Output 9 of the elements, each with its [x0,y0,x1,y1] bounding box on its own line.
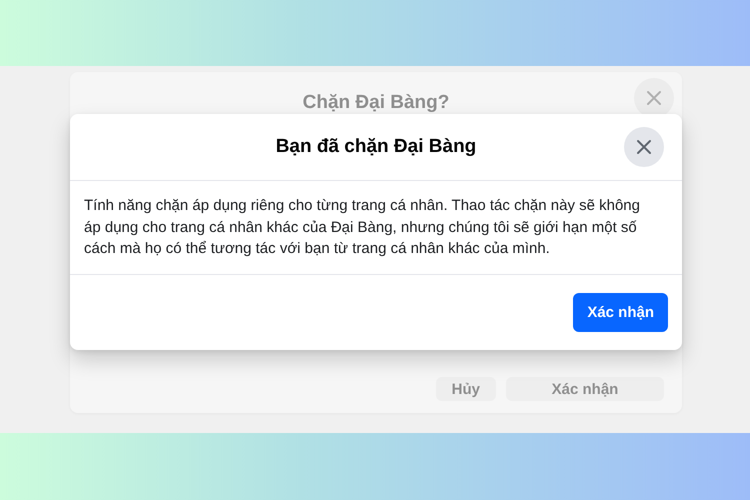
close-icon [644,88,664,108]
close-button[interactable] [624,127,664,167]
dialog-message: Tính năng chặn áp dụng riêng cho từng trang cá nhân. Thao tác chặn này sẽ không áp dụng cho trang cá nhân khác của Đại Bàng, nhưng chúng tôi sẽ giới hạn một số cách mà họ có thể tương tác với bạn từ trang cá nhân khác của mình. [70,181,682,274]
dialog-title: Chặn Đại Bàng? [302,92,450,114]
dialog-title: Bạn đã chặn Đại Bàng [276,136,476,158]
confirm-button[interactable]: Xác nhận [506,377,664,401]
close-icon [634,137,654,157]
confirm-button[interactable]: Xác nhận [573,292,668,332]
cancel-button[interactable]: Hủy [436,377,496,401]
